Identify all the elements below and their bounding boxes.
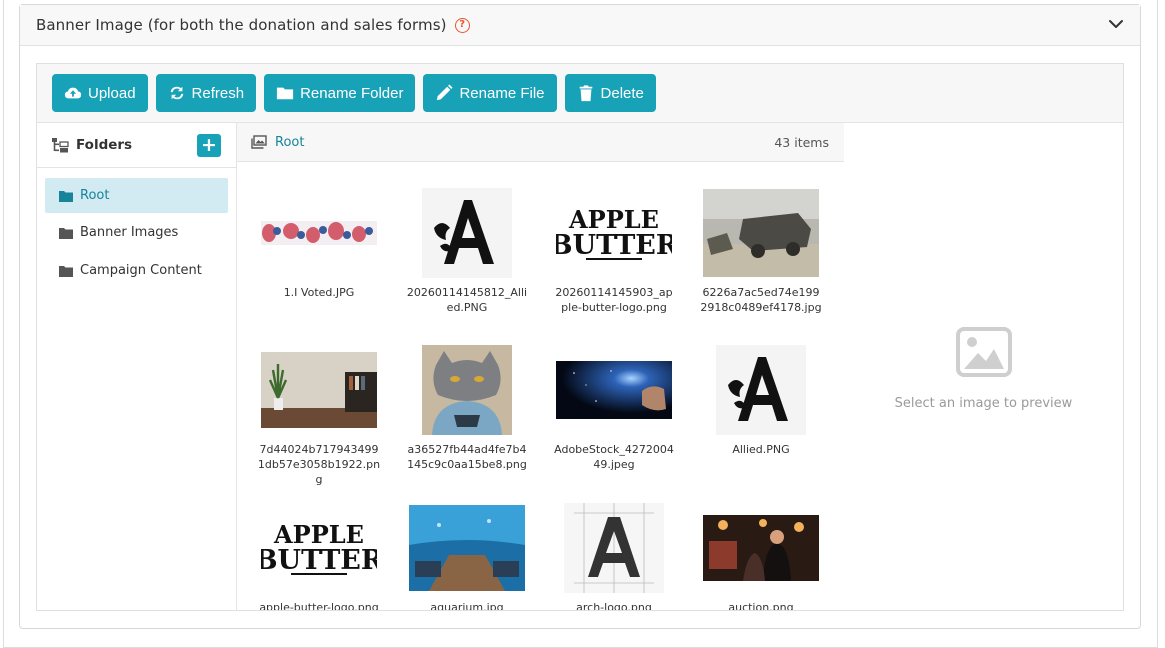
image-thumbnail [393,502,541,594]
upload-button[interactable]: Upload [52,74,148,112]
folder-label: Root [80,188,110,203]
file-tile[interactable]: a36527fb44ad4fe7b4145c9c0aa15be8.png [393,344,541,472]
question-circle-icon[interactable]: ? [454,17,470,33]
image-thumbnail [540,502,688,594]
item-count: 43 items [774,135,829,150]
file-name: 7d44024b7179434991db57e3058b1922.png [257,443,381,486]
file-tile[interactable]: 6226a7ac5ed74e1992918c0489ef4178.jpg [687,187,835,315]
chevron-down-icon[interactable] [1108,16,1124,32]
folder-icon [276,87,294,100]
folder-icon [59,265,73,277]
file-tile[interactable]: arch-logo.png [540,502,688,610]
file-name: auction.png [728,601,794,610]
pencil-icon [437,84,454,101]
rename-file-button[interactable]: Rename File [423,74,557,112]
preview-empty-text: Select an image to preview [894,396,1073,411]
folders-title: Folders [76,137,133,153]
image-thumbnail [687,502,835,594]
preview-pane: Select an image to preview [844,123,1123,610]
file-name: AdobeStock_427200449.jpeg [554,443,674,471]
file-tile[interactable]: APPLE BUTTER 20260114145903_apple-butter… [540,187,688,315]
file-name: 20260114145812_Allied.PNG [406,286,528,314]
rename-file-label: Rename File [459,84,545,102]
file-tile[interactable]: 7d44024b7179434991db57e3058b1922.png [245,344,393,487]
file-tile[interactable]: aquarium.jpg [393,502,541,610]
delete-button[interactable]: Delete [564,74,656,112]
folder-label: Campaign Content [80,263,202,278]
image-thumbnail [540,344,688,436]
plus-icon: + [201,134,217,156]
svg-text:BUTTER: BUTTER [556,230,672,261]
folder-icon [59,190,73,202]
folders-pane: Folders + Root Banner Images Campaign Co… [37,123,237,610]
file-name: aquarium.jpg [430,601,504,610]
panel-header[interactable]: Banner Image (for both the donation and … [20,5,1140,46]
image-placeholder-icon [956,327,1012,377]
image-thumbnail: APPLE BUTTER [245,502,393,594]
file-name: apple-butter-logo.png [259,601,379,610]
panel-title: Banner Image (for both the donation and … [36,16,447,34]
files-pane: Root 43 items 1.I Voted.JPG 202601141458… [237,123,844,610]
files-header: Root 43 items [237,123,844,162]
breadcrumb[interactable]: Root [275,135,304,150]
images-icon [251,135,267,149]
cloud-upload-icon [64,87,82,99]
image-thumbnail [687,344,835,436]
image-thumbnail [393,344,541,436]
file-tile[interactable]: auction.png [687,502,835,610]
file-name: 6226a7ac5ed74e1992918c0489ef4178.jpg [700,286,822,314]
file-name: a36527fb44ad4fe7b4145c9c0aa15be8.png [407,443,527,471]
add-folder-button[interactable]: + [197,134,221,157]
folder-tree-icon [52,138,69,153]
trash-icon [579,85,592,102]
delete-label: Delete [600,84,644,102]
file-name: Allied.PNG [732,443,790,456]
upload-label: Upload [88,84,136,102]
image-thumbnail: APPLE BUTTER [540,187,688,279]
file-tile[interactable]: 1.I Voted.JPG [245,187,393,300]
file-name: 1.I Voted.JPG [283,286,355,299]
refresh-label: Refresh [191,84,245,102]
image-thumbnail [687,187,835,279]
folders-header: Folders + [37,123,236,168]
file-name: arch-logo.png [576,601,652,610]
rename-folder-label: Rename Folder [300,84,404,102]
image-thumbnail [245,187,393,279]
refresh-button[interactable]: Refresh [155,74,257,112]
banner-image-panel: Banner Image (for both the donation and … [19,4,1141,629]
rename-folder-button[interactable]: Rename Folder [264,74,416,112]
refresh-icon [170,86,183,100]
file-manager-toolbar: Upload Refresh Rename Folder Rename File… [37,64,1123,123]
file-tile[interactable]: 20260114145812_Allied.PNG [393,187,541,315]
file-manager: Upload Refresh Rename Folder Rename File… [36,63,1124,611]
folder-label: Banner Images [80,225,179,240]
folder-icon [59,227,73,239]
page-scrollbar[interactable] [1158,0,1165,640]
folder-item-campaign-content[interactable]: Campaign Content [45,253,228,288]
folder-item-banner-images[interactable]: Banner Images [45,215,228,250]
file-name: 20260114145903_apple-butter-logo.png [555,286,673,314]
file-tile[interactable]: AdobeStock_427200449.jpeg [540,344,688,472]
folder-item-root[interactable]: Root [45,178,228,213]
file-tile[interactable]: APPLE BUTTER apple-butter-logo.png [245,502,393,610]
svg-text:BUTTER: BUTTER [261,545,377,576]
image-thumbnail [245,344,393,436]
image-thumbnail [393,187,541,279]
file-tile[interactable]: Allied.PNG [687,344,835,457]
file-manager-body: Folders + Root Banner Images Campaign Co… [37,123,1123,610]
